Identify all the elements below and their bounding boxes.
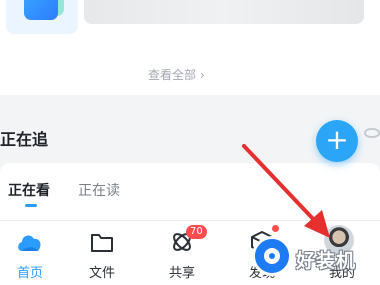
recent-card: ••• 查看全部›: [0, 0, 380, 95]
tab-watching[interactable]: 正在看: [8, 180, 50, 200]
nav-item-home[interactable]: 首页: [0, 221, 60, 285]
section-title: 正在追: [0, 130, 49, 149]
nav-label-mine: 我的: [328, 266, 355, 281]
bottom-nav: 首页 文件 70 共享 发现 我的: [0, 220, 380, 285]
app-thumbnail[interactable]: •••: [6, 0, 78, 34]
nav-item-mine[interactable]: 我的: [312, 221, 372, 285]
nav-label-discover: 发现: [248, 266, 275, 281]
active-tab-indicator: [25, 204, 37, 207]
eye-icon[interactable]: [364, 128, 380, 138]
view-all-label: 查看全部: [148, 68, 197, 82]
view-all-link[interactable]: 查看全部 ›: [148, 66, 205, 83]
chevron-right-icon: ›: [200, 68, 205, 82]
nav-label-share: 共享: [168, 266, 195, 281]
thumbnail-tile: [24, 0, 58, 20]
nav-item-share[interactable]: 70 共享: [152, 221, 212, 285]
cloud-home-icon: [18, 235, 41, 251]
nav-item-discover[interactable]: 发现: [232, 221, 292, 285]
add-fab-button[interactable]: +: [316, 120, 358, 162]
nav-label-home: 首页: [16, 266, 43, 281]
nav-label-files: 文件: [88, 266, 115, 281]
more-dots-icon: •••: [16, 0, 40, 2]
discover-red-dot: [272, 225, 279, 232]
blurred-content: [84, 0, 364, 24]
folder-icon: [91, 234, 113, 252]
tab-reading[interactable]: 正在读: [78, 180, 120, 200]
following-tabs-card: 正在看 正在读: [0, 163, 380, 223]
cube-icon: [251, 231, 273, 253]
avatar: [324, 225, 354, 255]
share-count-badge: 70: [186, 225, 207, 239]
nav-item-files[interactable]: 文件: [72, 221, 132, 285]
